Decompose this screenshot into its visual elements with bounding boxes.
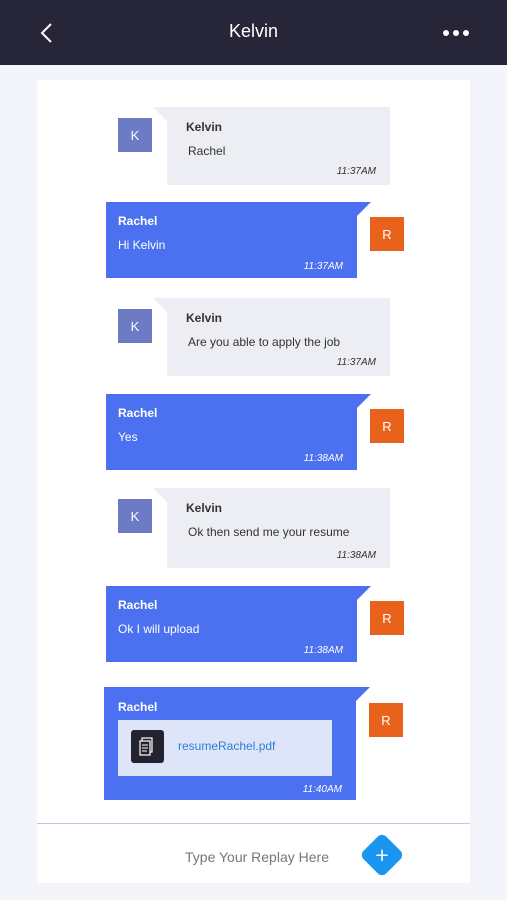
message-bubble-outgoing[interactable]: Rachel resumeRachel.pdf 11:40AM	[104, 687, 370, 800]
message-time: 11:37AM	[336, 357, 376, 368]
message-text: Rachel	[188, 144, 226, 158]
avatar[interactable]: R	[370, 217, 404, 251]
message-sender: Kelvin	[186, 120, 223, 134]
file-attachment[interactable]: resumeRachel.pdf	[118, 720, 332, 776]
composer-divider	[37, 823, 470, 824]
avatar[interactable]: R	[370, 601, 404, 635]
send-button[interactable]: +	[359, 832, 405, 878]
message-text: Are you able to apply the job	[188, 335, 341, 349]
message-text: Hi Kelvin	[118, 238, 166, 252]
message-bubble-incoming[interactable]: Kelvin Are you able to apply the job 11:…	[153, 298, 390, 376]
message-sender: Rachel	[118, 406, 158, 420]
document-icon	[131, 730, 164, 763]
plus-icon: +	[374, 844, 390, 866]
message-text: Ok then send me your resume	[188, 525, 350, 539]
message-time: 11:38AM	[336, 550, 376, 561]
message-bubble-incoming[interactable]: Kelvin Ok then send me your resume 11:38…	[153, 488, 390, 568]
message-sender: Rachel	[118, 214, 158, 228]
message-time: 11:38AM	[303, 453, 343, 464]
avatar[interactable]: K	[118, 499, 152, 533]
file-name[interactable]: resumeRachel.pdf	[178, 739, 275, 753]
message-time: 11:37AM	[303, 261, 343, 272]
message-text: Yes	[118, 430, 138, 444]
message-time: 11:38AM	[303, 645, 343, 656]
avatar[interactable]: K	[118, 118, 152, 152]
avatar[interactable]: K	[118, 309, 152, 343]
chat-title: Kelvin	[228, 21, 279, 41]
message-sender: Rachel	[118, 598, 158, 612]
avatar[interactable]: R	[370, 409, 404, 443]
message-time: 11:37AM	[336, 166, 376, 177]
message-bubble-outgoing[interactable]: Rachel Yes 11:38AM	[106, 394, 371, 470]
top-bar: Kelvin	[0, 0, 507, 65]
message-time: 11:40AM	[302, 784, 342, 795]
message-sender: Kelvin	[186, 501, 223, 515]
chat-panel[interactable]: K Kelvin Rachel 11:37AM Rachel Hi Kelvin…	[37, 80, 470, 883]
avatar[interactable]: R	[369, 703, 403, 737]
message-bubble-incoming[interactable]: Kelvin Rachel 11:37AM	[153, 107, 390, 185]
message-text: Ok I will upload	[118, 622, 200, 636]
message-bubble-outgoing[interactable]: Rachel Ok I will upload 11:38AM	[106, 586, 371, 662]
message-sender: Kelvin	[186, 311, 223, 325]
message-bubble-outgoing[interactable]: Rachel Hi Kelvin 11:37AM	[106, 202, 371, 278]
more-options-button[interactable]	[441, 22, 471, 44]
reply-input[interactable]	[150, 844, 364, 870]
message-sender: Rachel	[118, 700, 158, 714]
